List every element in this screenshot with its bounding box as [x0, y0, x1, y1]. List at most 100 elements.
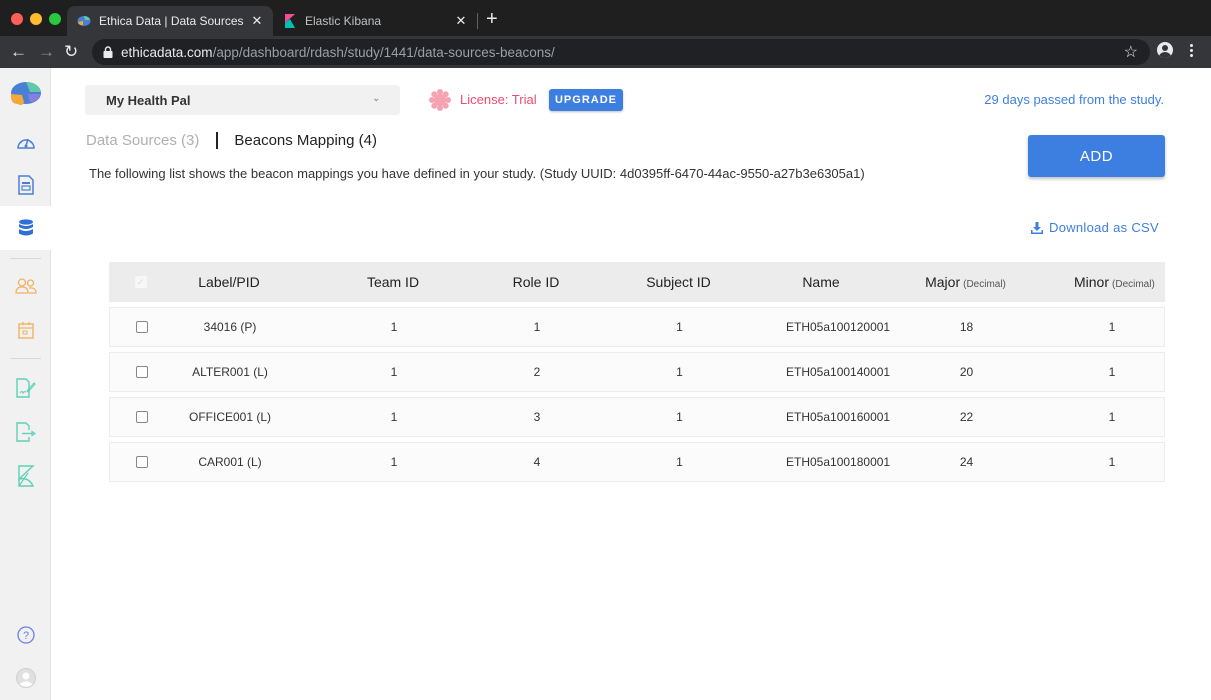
cell-subject-id: 1 [676, 365, 683, 379]
sidebar-item-dashboard[interactable] [0, 120, 51, 164]
tab-separator [477, 13, 478, 29]
row-checkbox[interactable] [135, 321, 148, 333]
user-avatar-icon [15, 668, 36, 688]
download-csv-label: Download as CSV [1049, 220, 1159, 235]
column-header-role-id: Role ID [512, 274, 560, 290]
forward-arrow-icon[interactable]: → [38, 41, 55, 63]
database-icon [18, 219, 33, 236]
ethica-logo[interactable] [8, 80, 42, 108]
row-checkbox[interactable] [135, 366, 148, 378]
cell-major: 20 [959, 365, 974, 379]
cell-team-id: 1 [390, 320, 398, 334]
chevron-down-icon: ⌄ [372, 93, 380, 103]
tab-divider [216, 132, 219, 149]
close-tab-icon[interactable]: ✕ [453, 13, 469, 29]
kibana-icon [285, 14, 295, 28]
sidebar-item-export[interactable] [0, 410, 51, 454]
sidebar-divider [10, 258, 41, 259]
license-status: License: Trial [460, 92, 537, 107]
cell-major: 24 [959, 455, 974, 469]
close-tab-icon[interactable]: ✕ [249, 13, 265, 29]
column-header-label: Label/PID [198, 274, 260, 290]
cell-major: 18 [959, 320, 974, 334]
sidebar-item-data-sources[interactable] [0, 206, 51, 250]
ethica-brain-icon [77, 16, 91, 26]
download-csv-link[interactable]: Download as CSV [1031, 220, 1159, 235]
cell-subject-id: 1 [676, 410, 683, 424]
page-description: The following list shows the beacon mapp… [89, 166, 865, 181]
cell-team-id: 1 [390, 455, 398, 469]
tab-data-sources[interactable]: Data Sources (3) [86, 132, 199, 149]
new-tab-button[interactable]: + [486, 8, 498, 31]
cell-label: ALTER001 (L) [192, 365, 268, 379]
window-minimize-button[interactable] [30, 13, 42, 25]
sidebar-profile[interactable] [0, 656, 51, 700]
sidebar-item-schedule[interactable] [0, 308, 51, 352]
select-all-checkbox[interactable]: ✓ [134, 276, 147, 288]
column-header-major: Major (Decimal) [925, 274, 1006, 290]
main-content: My Health Pal ⌄ License: Trial UPGRADE 2… [52, 68, 1211, 700]
cell-team-id: 1 [390, 410, 398, 424]
license-badge-icon [429, 89, 451, 111]
back-arrow-icon[interactable]: ← [10, 41, 27, 63]
table-row[interactable]: OFFICE001 (L) 1 3 1 ETH05a100160001 22 1 [109, 397, 1165, 437]
export-document-icon [15, 422, 36, 442]
table-row[interactable]: ALTER001 (L) 1 2 1 ETH05a100140001 20 1 [109, 352, 1165, 392]
browser-toolbar: ← → ↻ ethicadata.com/app/dashboard/rdash… [0, 36, 1211, 68]
table-row[interactable]: 34016 (P) 1 1 1 ETH05a100120001 18 1 [109, 307, 1165, 347]
signed-document-icon [15, 378, 36, 398]
tab-title: Elastic Kibana [305, 14, 382, 28]
bookmark-star-icon[interactable]: ☆ [1124, 42, 1138, 62]
cell-role-id: 1 [533, 320, 541, 334]
question-circle-icon: ? [16, 626, 35, 644]
sidebar-divider [10, 358, 41, 359]
table-body: 34016 (P) 1 1 1 ETH05a100120001 18 1 ALT… [109, 307, 1165, 482]
column-header-minor: Minor (Decimal) [1074, 274, 1155, 290]
cell-subject-id: 1 [676, 455, 683, 469]
sidebar-item-surveys[interactable] [0, 163, 51, 207]
page-tabs: Data Sources (3) Beacons Mapping (4) [86, 132, 377, 149]
browser-menu-icon[interactable] [1190, 43, 1196, 59]
speedometer-icon [16, 138, 35, 149]
sidebar-item-participants[interactable] [0, 264, 51, 308]
cell-minor: 1 [1108, 365, 1116, 379]
add-button[interactable]: ADD [1028, 135, 1165, 177]
window-maximize-button[interactable] [49, 13, 61, 25]
study-select[interactable]: My Health Pal ⌄ [85, 85, 400, 115]
row-checkbox[interactable] [135, 456, 148, 468]
browser-tab-ethica[interactable]: Ethica Data | Data Sources ✕ [67, 6, 273, 36]
browser-chrome: Ethica Data | Data Sources ✕ Elastic Kib… [0, 0, 1211, 68]
url-path: /app/dashboard/rdash/study/1441/data-sou… [212, 44, 555, 60]
sidebar-help[interactable]: ? [0, 613, 51, 657]
kibana-icon [17, 465, 35, 487]
sidebar: ? [0, 68, 51, 700]
cell-role-id: 4 [533, 455, 541, 469]
study-select-value: My Health Pal [106, 92, 191, 108]
tab-beacons-mapping[interactable]: Beacons Mapping (4) [234, 132, 377, 149]
window-close-button[interactable] [11, 13, 23, 25]
cell-role-id: 2 [533, 365, 541, 379]
tab-title: Ethica Data | Data Sources [99, 14, 244, 28]
svg-text:?: ? [22, 630, 28, 642]
sidebar-item-protocol[interactable] [0, 366, 51, 410]
row-checkbox[interactable] [135, 411, 148, 423]
column-header-subject-id: Subject ID [646, 274, 711, 290]
cell-name: ETH05a100180001 [786, 455, 891, 469]
browser-profile-icon[interactable] [1157, 42, 1173, 58]
table-row[interactable]: CAR001 (L) 1 4 1 ETH05a100180001 24 1 [109, 442, 1165, 482]
table-header: ✓ Label/PID Team ID Role ID Subject ID N… [109, 262, 1165, 302]
address-bar[interactable]: ethicadata.com/app/dashboard/rdash/study… [92, 39, 1150, 65]
calendar-icon [17, 322, 34, 339]
upgrade-button[interactable]: UPGRADE [549, 89, 623, 111]
sidebar-item-kibana[interactable] [0, 454, 51, 498]
url-host: ethicadata.com [121, 44, 213, 60]
cell-role-id: 3 [533, 410, 541, 424]
lock-icon [103, 46, 113, 58]
users-icon [14, 278, 37, 294]
document-icon [17, 175, 34, 195]
browser-tab-bar: Ethica Data | Data Sources ✕ Elastic Kib… [0, 0, 1211, 36]
reload-icon[interactable]: ↻ [64, 41, 78, 63]
browser-tab-kibana[interactable]: Elastic Kibana ✕ [273, 6, 477, 36]
cell-subject-id: 1 [676, 320, 683, 334]
cell-name: ETH05a100160001 [786, 410, 891, 424]
